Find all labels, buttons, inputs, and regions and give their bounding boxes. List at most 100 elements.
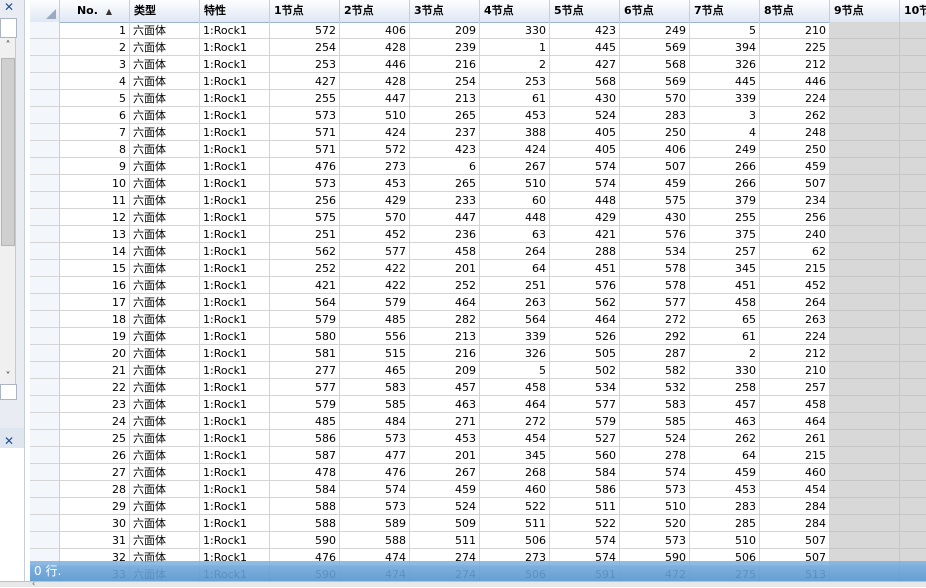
table-cell[interactable]: 587 (270, 447, 340, 464)
table-cell[interactable]: 六面体 (130, 515, 200, 532)
table-cell[interactable]: 527 (550, 430, 620, 447)
table-cell[interactable]: 1:Rock1 (200, 532, 270, 549)
table-cell[interactable]: 511 (410, 532, 480, 549)
table-cell[interactable]: 576 (620, 226, 690, 243)
table-cell[interactable]: 20 (60, 345, 130, 362)
table-row[interactable]: 13 六面体 1:Rock1 251 452 236 63 421 576 375 240 (30, 226, 926, 243)
table-cell[interactable]: 六面体 (130, 192, 200, 209)
column-header-2[interactable]: 特性 (200, 0, 270, 22)
table-cell[interactable]: 201 (410, 260, 480, 277)
table-cell[interactable]: 459 (620, 175, 690, 192)
column-header-6[interactable]: 4节点 (480, 0, 550, 22)
table-cell[interactable]: 1:Rock1 (200, 328, 270, 345)
table-cell[interactable]: 476 (340, 464, 410, 481)
table-cell[interactable]: 510 (690, 532, 760, 549)
table-cell[interactable]: 502 (550, 362, 620, 379)
table-cell[interactable]: 428 (340, 39, 410, 56)
table-cell[interactable]: 465 (340, 362, 410, 379)
row-selector[interactable] (30, 56, 60, 73)
table-cell[interactable] (830, 226, 900, 243)
row-selector[interactable] (30, 447, 60, 464)
table-cell[interactable]: 445 (690, 73, 760, 90)
table-cell[interactable]: 六面体 (130, 260, 200, 277)
table-cell[interactable]: 564 (480, 311, 550, 328)
table-cell[interactable]: 257 (690, 243, 760, 260)
table-cell[interactable] (830, 447, 900, 464)
table-cell[interactable] (900, 39, 926, 56)
table-cell[interactable]: 1 (60, 22, 130, 39)
table-cell[interactable]: 447 (410, 209, 480, 226)
table-cell[interactable]: 510 (620, 498, 690, 515)
table-cell[interactable]: 249 (690, 141, 760, 158)
table-cell[interactable]: 268 (480, 464, 550, 481)
table-cell[interactable]: 30 (60, 515, 130, 532)
table-cell[interactable]: 422 (340, 260, 410, 277)
table-cell[interactable]: 272 (480, 413, 550, 430)
table-cell[interactable] (830, 243, 900, 260)
column-header-4[interactable]: 2节点 (340, 0, 410, 22)
table-cell[interactable]: 330 (480, 22, 550, 39)
table-cell[interactable]: 5 (60, 90, 130, 107)
table-cell[interactable] (830, 345, 900, 362)
table-cell[interactable]: 19 (60, 328, 130, 345)
table-cell[interactable]: 8 (60, 141, 130, 158)
table-cell[interactable]: 7 (60, 124, 130, 141)
table-cell[interactable] (830, 413, 900, 430)
table-cell[interactable]: 272 (620, 311, 690, 328)
table-cell[interactable]: 448 (550, 192, 620, 209)
table-cell[interactable]: 24 (60, 413, 130, 430)
table-cell[interactable] (900, 379, 926, 396)
table-cell[interactable]: 579 (270, 311, 340, 328)
table-row[interactable]: 3 六面体 1:Rock1 253 446 216 2 427 568 326 212 (30, 56, 926, 73)
table-cell[interactable]: 266 (690, 175, 760, 192)
table-cell[interactable]: 1:Rock1 (200, 209, 270, 226)
table-cell[interactable] (900, 447, 926, 464)
table-cell[interactable]: 570 (340, 209, 410, 226)
table-cell[interactable]: 562 (550, 294, 620, 311)
table-cell[interactable] (900, 362, 926, 379)
table-cell[interactable]: 522 (480, 498, 550, 515)
table-cell[interactable]: 1:Rock1 (200, 498, 270, 515)
table-cell[interactable]: 1:Rock1 (200, 277, 270, 294)
table-row[interactable]: 31 六面体 1:Rock1 590 588 511 506 574 573 510 507 (30, 532, 926, 549)
table-cell[interactable]: 464 (410, 294, 480, 311)
table-cell[interactable]: 1:Rock1 (200, 141, 270, 158)
row-selector[interactable] (30, 124, 60, 141)
table-cell[interactable]: 339 (690, 90, 760, 107)
table-cell[interactable]: 584 (270, 481, 340, 498)
table-cell[interactable]: 287 (620, 345, 690, 362)
table-cell[interactable]: 六面体 (130, 209, 200, 226)
table-cell[interactable]: 六面体 (130, 379, 200, 396)
table-cell[interactable]: 457 (410, 379, 480, 396)
table-cell[interactable] (900, 311, 926, 328)
table-cell[interactable] (830, 430, 900, 447)
table-cell[interactable]: 574 (550, 175, 620, 192)
table-cell[interactable]: 562 (270, 243, 340, 260)
table-cell[interactable]: 六面体 (130, 243, 200, 260)
table-cell[interactable]: 277 (270, 362, 340, 379)
table-cell[interactable]: 61 (690, 328, 760, 345)
table-cell[interactable] (900, 243, 926, 260)
table-cell[interactable]: 507 (760, 532, 830, 549)
table-cell[interactable]: 15 (60, 260, 130, 277)
table-cell[interactable]: 六面体 (130, 413, 200, 430)
table-cell[interactable]: 484 (340, 413, 410, 430)
table-cell[interactable]: 458 (480, 379, 550, 396)
table-cell[interactable]: 六面体 (130, 226, 200, 243)
table-row[interactable]: 1 六面体 1:Rock1 572 406 209 330 423 249 5 210 (30, 22, 926, 39)
table-cell[interactable]: 六面体 (130, 396, 200, 413)
table-cell[interactable]: 1:Rock1 (200, 464, 270, 481)
table-cell[interactable]: 405 (550, 124, 620, 141)
table-row[interactable]: 26 六面体 1:Rock1 587 477 201 345 560 278 64 215 (30, 447, 926, 464)
table-cell[interactable]: 588 (340, 532, 410, 549)
table-cell[interactable]: 459 (690, 464, 760, 481)
table-cell[interactable]: 326 (690, 56, 760, 73)
table-cell[interactable]: 225 (760, 39, 830, 56)
table-cell[interactable]: 六面体 (130, 447, 200, 464)
table-cell[interactable] (830, 22, 900, 39)
table-cell[interactable]: 224 (760, 328, 830, 345)
table-cell[interactable]: 573 (620, 481, 690, 498)
table-cell[interactable] (900, 141, 926, 158)
table-cell[interactable]: 六面体 (130, 73, 200, 90)
table-row[interactable]: 30 六面体 1:Rock1 588 589 509 511 522 520 285 284 (30, 515, 926, 532)
